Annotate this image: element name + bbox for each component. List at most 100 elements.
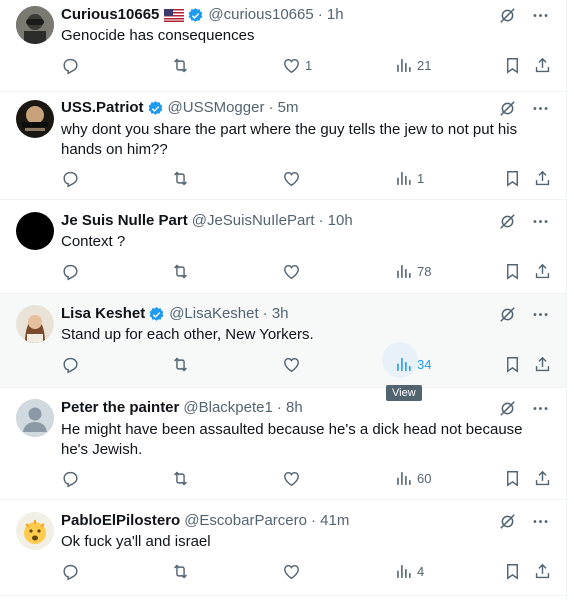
reply-button[interactable] [61,56,84,75]
like-button[interactable] [282,469,301,488]
grok-icon[interactable] [498,99,517,118]
tweet-time[interactable]: · 5m [268,98,298,118]
retweet-icon [171,562,190,581]
retweet-button[interactable] [171,56,194,75]
bookmark-icon [503,355,522,374]
author-handle[interactable]: @LisaKeshet [169,304,258,324]
tweet-5[interactable]: Peter the painter @Blackpete1 · 8h He mi… [0,388,566,500]
author-handle[interactable]: @EscobarParcero [184,511,307,531]
retweet-icon [171,355,190,374]
retweet-button[interactable] [171,262,190,281]
like-icon [282,169,301,188]
reply-button[interactable] [61,355,80,374]
share-button[interactable] [533,355,552,374]
author-handle[interactable]: @Blackpete1 [183,398,272,418]
avatar[interactable] [16,305,54,343]
retweet-icon [171,169,190,188]
retweet-button[interactable] [171,355,190,374]
author-handle[interactable]: @curious10665 [208,5,313,25]
like-button[interactable] [282,562,301,581]
views-count: 34 [417,357,432,372]
author-handle[interactable]: @JeSuisNuIlePart [192,211,315,231]
reply-icon [61,562,80,581]
tweet-time[interactable]: · 10h [319,211,353,231]
author-name[interactable]: USS.Patriot [61,98,144,118]
author-name[interactable]: Lisa Keshet [61,304,145,324]
like-button[interactable] [282,262,301,281]
tweet-1[interactable]: Curious10665 @curious10665 · 1h Genocide… [0,0,566,92]
views-count: 60 [417,471,432,486]
grok-icon[interactable] [498,305,517,324]
reply-button[interactable] [61,562,80,581]
more-icon[interactable] [531,512,550,531]
author-name[interactable]: Je Suis Nulle Part [61,211,188,231]
views-button[interactable]: 21 [394,56,431,75]
retweet-button[interactable] [171,469,190,488]
tweet-time[interactable]: · 41m [311,511,349,531]
grok-icon[interactable] [498,6,517,25]
tweet-text: Ok fuck ya'll and israel [61,533,211,550]
like-button[interactable] [282,169,301,188]
reply-icon [61,56,80,75]
more-icon[interactable] [531,399,550,418]
like-icon [282,262,301,281]
reply-button[interactable] [61,469,80,488]
grok-icon[interactable] [498,212,517,231]
share-button[interactable] [533,469,552,488]
retweet-button[interactable] [171,562,190,581]
views-button[interactable]: 4 [394,562,424,581]
like-button[interactable]: 1 [282,56,312,75]
tweet-time[interactable]: · 1h [318,5,344,25]
views-icon [394,56,413,75]
bookmark-button[interactable] [503,355,522,374]
avatar[interactable] [16,399,54,437]
share-button[interactable] [533,262,552,281]
more-icon[interactable] [531,212,550,231]
views-tooltip: View [386,385,422,401]
tweet-text: Context ? [61,233,126,250]
views-button[interactable]: 34 [382,342,432,378]
share-button[interactable] [533,56,552,75]
views-count: 1 [417,171,425,186]
tweet-time[interactable]: · 8h [277,398,303,418]
views-button[interactable]: 78 [394,262,431,281]
views-button[interactable]: 1 [394,169,424,188]
author-name[interactable]: Curious10665 [61,5,159,25]
share-icon [533,56,552,75]
bookmark-button[interactable] [503,56,522,75]
avatar[interactable] [16,6,54,44]
retweet-button[interactable] [171,169,190,188]
grok-icon[interactable] [498,512,517,531]
author-name[interactable]: PabloElPilostero [61,511,180,531]
more-icon[interactable] [531,99,550,118]
tweet-6[interactable]: PabloElPilostero @EscobarParcero · 41m O… [0,500,566,596]
views-count: 21 [417,58,432,73]
reply-button[interactable] [61,169,80,188]
bookmark-button[interactable] [503,562,522,581]
more-icon[interactable] [531,6,550,25]
author-name[interactable]: Peter the painter [61,398,179,418]
tweet-time[interactable]: · 3h [263,304,289,324]
share-button[interactable] [533,562,552,581]
scrollbar-track[interactable] [566,0,574,600]
bookmark-button[interactable] [503,262,522,281]
share-icon [533,469,552,488]
tweet-3[interactable]: Je Suis Nulle Part @JeSuisNuIlePart · 10… [0,200,566,294]
tweet-4[interactable]: Lisa Keshet @LisaKeshet · 3h Stand up fo… [0,294,566,388]
more-icon[interactable] [531,305,550,324]
avatar[interactable] [16,212,54,250]
reply-icon [61,355,80,374]
grok-icon[interactable] [498,399,517,418]
bookmark-button[interactable] [503,469,522,488]
verified-badge-icon [147,100,164,117]
bookmark-icon [503,56,522,75]
bookmark-button[interactable] [503,169,522,188]
reply-button[interactable] [61,262,80,281]
author-handle[interactable]: @USSMogger [168,98,265,118]
avatar[interactable] [16,512,54,550]
like-button[interactable] [282,355,301,374]
views-button[interactable]: 60 [394,469,431,488]
share-button[interactable] [533,169,552,188]
avatar[interactable] [16,100,54,138]
tweet-2[interactable]: USS.Patriot @USSMogger · 5m why dont you… [0,92,566,200]
